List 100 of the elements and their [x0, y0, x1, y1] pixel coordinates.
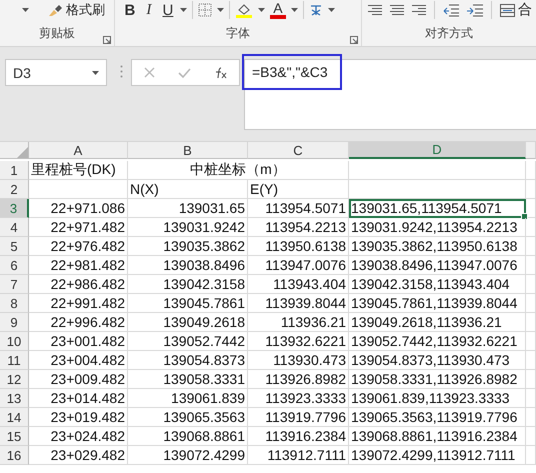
format-painter-button[interactable]: 格式刷 — [66, 1, 105, 19]
table-cell[interactable]: 139072.4299,113912.7111 — [349, 446, 526, 465]
table-cell[interactable]: 139045.7861,113939.8044 — [349, 294, 526, 313]
increase-indent-icon[interactable] — [467, 4, 483, 16]
paintbrush-icon[interactable] — [48, 4, 63, 16]
table-cell[interactable]: 113954.2213 — [248, 218, 349, 237]
table-cell[interactable]: 中桩坐标（m） — [128, 161, 349, 180]
table-cell[interactable] — [349, 180, 526, 199]
table-cell[interactable] — [526, 427, 536, 446]
table-cell[interactable]: 139061.839,113923.3333 — [349, 389, 526, 408]
table-cell[interactable]: 22+986.482 — [29, 275, 128, 294]
table-cell[interactable] — [526, 446, 536, 465]
table-cell[interactable]: 139052.7442 — [128, 332, 248, 351]
column-header[interactable]: A — [29, 142, 128, 159]
dialog-launcher-icon[interactable] — [350, 36, 358, 44]
column-header[interactable]: B — [128, 142, 248, 159]
table-cell[interactable]: 113950.6138 — [248, 237, 349, 256]
table-cell[interactable] — [526, 389, 536, 408]
row-header[interactable]: 10 — [0, 332, 29, 351]
dialog-launcher-icon[interactable] — [102, 36, 111, 44]
table-cell[interactable] — [526, 218, 536, 237]
table-cell[interactable] — [526, 408, 536, 427]
caret-icon[interactable] — [328, 8, 335, 12]
caret-icon[interactable] — [180, 8, 187, 12]
underline-button[interactable]: U — [160, 2, 175, 18]
check-icon[interactable] — [178, 68, 191, 78]
table-cell[interactable] — [526, 199, 536, 218]
table-cell[interactable]: 139072.4299 — [128, 446, 248, 465]
table-cell[interactable]: 113939.8044 — [248, 294, 349, 313]
table-cell[interactable]: 139045.7861 — [128, 294, 248, 313]
table-cell[interactable]: 22+976.482 — [29, 237, 128, 256]
table-cell[interactable]: 22+996.482 — [29, 313, 128, 332]
table-cell[interactable]: 139068.8861,113916.2384 — [349, 427, 526, 446]
table-cell[interactable]: E(Y) — [248, 180, 349, 199]
table-cell[interactable]: 23+029.482 — [29, 446, 128, 465]
row-header[interactable]: 15 — [0, 427, 29, 446]
table-cell[interactable]: 113936.21 — [248, 313, 349, 332]
row-header[interactable]: 9 — [0, 313, 29, 332]
table-cell[interactable]: 139042.3158,113943.404 — [349, 275, 526, 294]
table-cell[interactable]: 22+971.086 — [29, 199, 128, 218]
table-cell[interactable]: 139035.3862,113950.6138 — [349, 237, 526, 256]
table-cell[interactable] — [526, 256, 536, 275]
row-header[interactable]: 6 — [0, 256, 29, 275]
table-cell[interactable]: 139054.8373,113930.473 — [349, 351, 526, 370]
table-cell[interactable]: 139061.839 — [128, 389, 248, 408]
table-cell[interactable]: 23+019.482 — [29, 408, 128, 427]
column-header[interactable]: D — [349, 142, 526, 159]
row-header[interactable]: 13 — [0, 389, 29, 408]
table-cell[interactable]: 139038.8496,113947.0076 — [349, 256, 526, 275]
table-cell[interactable]: 23+001.482 — [29, 332, 128, 351]
table-cell[interactable]: 139049.2618 — [128, 313, 248, 332]
bold-button[interactable]: B — [122, 2, 137, 18]
table-cell[interactable]: 139038.8496 — [128, 256, 248, 275]
table-cell[interactable]: 139058.3331,113926.8982 — [349, 370, 526, 389]
table-cell[interactable]: 23+024.482 — [29, 427, 128, 446]
table-cell[interactable]: 113947.0076 — [248, 256, 349, 275]
table-cell[interactable]: 113943.404 — [248, 275, 349, 294]
table-cell[interactable]: 113926.8982 — [248, 370, 349, 389]
formula-field[interactable]: =B3&","&C3 — [242, 54, 342, 90]
row-header[interactable]: 7 — [0, 275, 29, 294]
table-cell[interactable]: 113930.473 — [248, 351, 349, 370]
decrease-indent-icon[interactable] — [443, 4, 459, 16]
fill-handle[interactable] — [521, 213, 528, 220]
selected-cell[interactable]: 139031.65,113954.5071 — [349, 199, 526, 218]
column-header[interactable]: C — [248, 142, 349, 159]
table-cell[interactable] — [349, 161, 526, 180]
table-cell[interactable] — [526, 161, 536, 180]
row-header[interactable]: 4 — [0, 218, 29, 237]
row-header[interactable]: 1 — [0, 161, 29, 180]
table-cell[interactable] — [29, 180, 128, 199]
align-right-icon[interactable] — [412, 4, 426, 16]
table-cell[interactable]: 139065.3563,113919.7796 — [349, 408, 526, 427]
merge-button[interactable]: 合 — [518, 1, 532, 19]
row-header[interactable]: 14 — [0, 408, 29, 427]
caret-icon[interactable] — [258, 8, 265, 12]
table-cell[interactable] — [526, 180, 536, 199]
row-header[interactable]: 12 — [0, 370, 29, 389]
borders-icon[interactable] — [198, 3, 212, 17]
table-cell[interactable] — [526, 275, 536, 294]
table-cell[interactable]: 139058.3331 — [128, 370, 248, 389]
table-cell[interactable]: 里程桩号(DK) — [29, 161, 128, 180]
fill-color-icon[interactable] — [234, 2, 253, 18]
table-cell[interactable] — [526, 370, 536, 389]
table-cell[interactable]: 139031.9242 — [128, 218, 248, 237]
table-cell[interactable]: 113919.7796 — [248, 408, 349, 427]
table-cell[interactable]: 113912.7111 — [248, 446, 349, 465]
caret-icon[interactable] — [22, 8, 29, 12]
table-cell[interactable] — [526, 313, 536, 332]
row-header[interactable]: 2 — [0, 180, 29, 199]
font-color-button[interactable]: A — [270, 2, 286, 18]
function-icon[interactable] — [214, 66, 228, 78]
table-cell[interactable] — [526, 294, 536, 313]
table-cell[interactable]: 113923.3333 — [248, 389, 349, 408]
name-box[interactable]: D3 — [5, 59, 107, 86]
caret-icon[interactable] — [290, 8, 298, 12]
table-cell[interactable]: 113954.5071 — [248, 199, 349, 218]
table-cell[interactable]: 139031.9242,113954.2213 — [349, 218, 526, 237]
row-header[interactable]: 16 — [0, 446, 29, 465]
table-cell[interactable]: 139065.3563 — [128, 408, 248, 427]
phonetic-guide-icon[interactable] — [308, 3, 323, 17]
